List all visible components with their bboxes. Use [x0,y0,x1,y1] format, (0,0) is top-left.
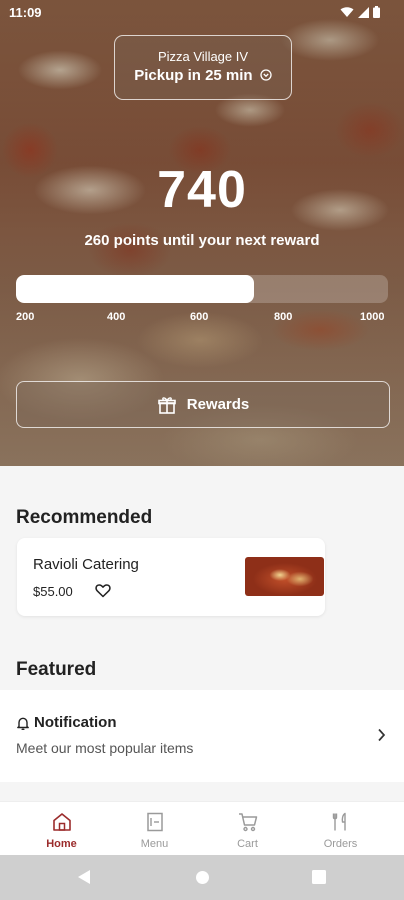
progress-tick: 800 [274,311,293,323]
nav-label-home: Home [46,838,77,850]
battery-icon [373,6,380,18]
pickup-label: Pickup in 25 min [134,67,253,84]
home-button-icon[interactable] [195,870,210,885]
rewards-button[interactable]: Rewards [16,381,390,428]
recommended-heading: Recommended [16,507,153,528]
chevron-right-icon [378,728,386,742]
gift-icon [157,396,176,414]
nav-item-home[interactable]: Home [15,802,108,855]
store-selector[interactable]: Pizza Village IV Pickup in 25 min [114,35,292,100]
wifi-icon [340,7,354,17]
progress-tick: 600 [190,311,209,323]
menu-icon [146,812,163,832]
progress-tick: 200 [16,311,35,323]
orders-icon [332,812,346,831]
hero-banner: Pizza Village IV Pickup in 25 min 740 26… [0,0,404,466]
reward-progress-fill [16,275,255,303]
featured-item-title-row: Notification [16,714,117,731]
cart-icon [238,813,257,832]
recommended-item-price: $55.00 [33,584,73,599]
featured-item-title: Notification [34,714,117,731]
nav-label-cart: Cart [237,838,258,850]
nav-label-menu: Menu [140,838,169,850]
points-until-reward: 260 points until your next reward [84,232,320,249]
favorite-heart-icon[interactable] [95,583,111,598]
progress-tick: 1000 [360,311,385,323]
back-icon[interactable] [77,869,91,885]
store-name: Pizza Village IV [157,49,249,64]
rewards-button-label: Rewards [186,396,250,413]
featured-heading: Featured [16,659,97,680]
ravioli-food-image [245,557,324,596]
featured-item[interactable]: Notification Meet our most popular items [0,690,404,782]
points-balance: 740 [157,161,247,219]
nav-item-menu[interactable]: Menu [108,802,201,855]
bottom-navigation: Home Menu Cart Orders [0,801,404,855]
reward-progress-bar [16,275,388,303]
nav-item-cart[interactable]: Cart [201,802,294,855]
recents-icon[interactable] [312,870,326,884]
system-navigation-bar [0,855,404,900]
pickup-time: Pickup in 25 min [115,67,291,84]
recommended-item-name: Ravioli Catering [33,556,139,573]
featured-item-subtitle: Meet our most popular items [16,740,194,756]
bell-icon [17,717,29,730]
status-time: 11:09 [9,5,42,20]
progress-tick: 400 [107,311,126,323]
recommended-item-card[interactable]: Ravioli Catering $55.00 [17,538,325,616]
status-bar: 11:09 [0,0,404,26]
nav-item-orders[interactable]: Orders [294,802,387,855]
home-icon [52,813,71,831]
signal-icon [358,6,369,18]
nav-label-orders: Orders [323,838,358,850]
chevron-circle-down-icon [260,69,272,81]
